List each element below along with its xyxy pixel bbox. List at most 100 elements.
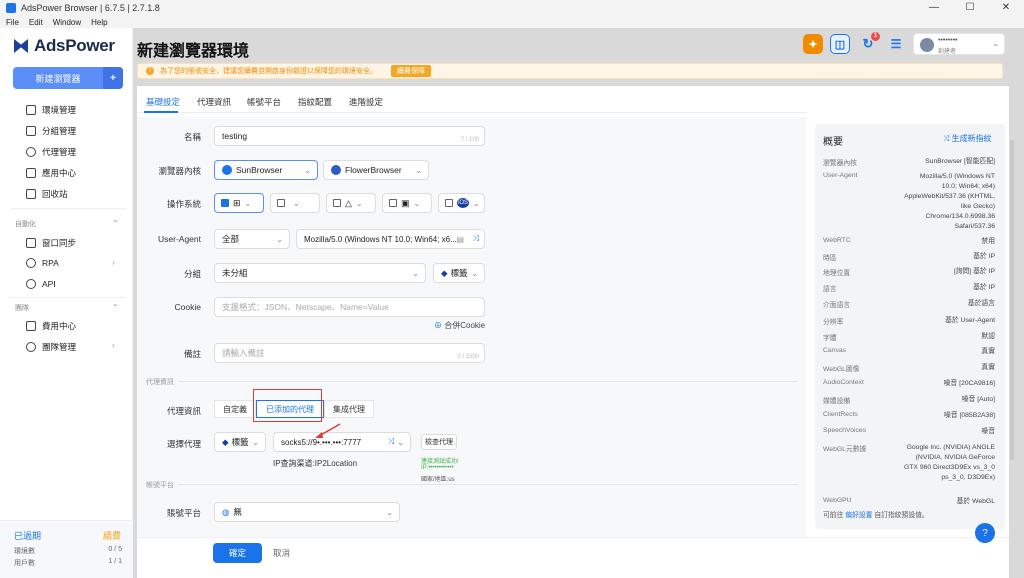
check-proxy-button[interactable]: 檢查代理 bbox=[421, 434, 457, 450]
sidebar-item-trash[interactable]: 回收站 bbox=[26, 188, 68, 200]
menu-help[interactable]: Help bbox=[91, 18, 107, 27]
chevron-down-icon: ⌄ bbox=[355, 198, 363, 208]
chevron-up-icon[interactable]: ⌃ bbox=[112, 303, 119, 312]
check-status: 連接測試成功! bbox=[421, 459, 459, 465]
proxy-mode-custom[interactable]: 自定義 bbox=[214, 400, 256, 418]
sidebar-item-team[interactable]: 團隊管理 bbox=[26, 341, 76, 353]
automation-header: 自動化 bbox=[15, 221, 36, 228]
cookie-input[interactable]: 支援格式：JSON、Netscape、Name=Value bbox=[214, 297, 485, 317]
shuffle-icon[interactable]: ⤨ bbox=[388, 437, 394, 447]
platform-select[interactable]: ◍ 無 ⌄ bbox=[214, 502, 400, 522]
page-title: 新建瀏覽器環境 bbox=[137, 43, 250, 60]
sidebar-item-rpa[interactable]: RPA bbox=[26, 258, 59, 268]
os-label: 操作系統 bbox=[166, 199, 201, 209]
tab-advanced[interactable]: 進階設定 bbox=[349, 96, 383, 108]
env-count-row: 環境數 0 / 5 bbox=[14, 546, 122, 555]
renew-button[interactable]: 續費保障 bbox=[391, 65, 431, 77]
sidebar-item-groups[interactable]: 分組管理 bbox=[26, 125, 76, 137]
checkbox[interactable] bbox=[277, 199, 285, 207]
summary-value: Mozilla/5.0 (Windows NT 10.0; Win64; x64… bbox=[904, 173, 995, 230]
help-chat-icon[interactable]: ? bbox=[975, 523, 995, 543]
tab-platform[interactable]: 帳號平台 bbox=[247, 96, 281, 108]
summary-value: 真實 bbox=[981, 364, 995, 371]
menu-edit[interactable]: Edit bbox=[29, 18, 43, 27]
sidebar-item-api[interactable]: API bbox=[26, 279, 56, 289]
sidebar-item-profiles[interactable]: 環境管理 bbox=[26, 104, 76, 116]
ua-filter-select[interactable]: 全部 ⌄ bbox=[214, 229, 290, 249]
refresh-icon[interactable]: ↻ 1 bbox=[858, 32, 880, 54]
new-browser-button[interactable]: 新建瀏覽器 + bbox=[13, 67, 123, 89]
name-label: 名稱 bbox=[183, 132, 201, 142]
tab-basic[interactable]: 基礎設定 bbox=[146, 96, 180, 108]
list-icon[interactable]: ☰ bbox=[886, 34, 906, 54]
tag-select[interactable]: ◆ 標籤 ⌄ bbox=[433, 263, 485, 283]
merge-cookie-link[interactable]: ⊕ 合併Cookie bbox=[434, 320, 485, 331]
note-input[interactable]: 請輸入備註 0 / 1500 bbox=[214, 343, 485, 363]
sunbrowser-icon bbox=[222, 165, 232, 175]
trash-icon bbox=[26, 189, 36, 199]
checkbox[interactable] bbox=[445, 199, 453, 207]
notification-badge: 1 bbox=[871, 32, 880, 41]
name-input[interactable]: testing 7 / 100 bbox=[214, 126, 485, 146]
checkbox[interactable] bbox=[389, 199, 397, 207]
kernel-label: 瀏覽器內核 bbox=[158, 166, 201, 176]
tab-fingerprint[interactable]: 指紋配置 bbox=[298, 96, 332, 108]
sidebar-item-billing[interactable]: 費用中心 bbox=[26, 320, 76, 332]
os-ios[interactable]: iOS ⌄ bbox=[438, 193, 485, 213]
generate-fingerprint-button[interactable]: ⤨ 生成新指紋 bbox=[943, 133, 992, 144]
shuffle-icon[interactable]: ⤨ bbox=[473, 234, 479, 244]
close-window-button[interactable]: ✕ bbox=[988, 0, 1024, 16]
scrollbar[interactable] bbox=[1010, 140, 1014, 460]
renew-link[interactable]: 續費 bbox=[103, 529, 121, 542]
tab-proxy[interactable]: 代理資訊 bbox=[197, 96, 231, 108]
sidebar-item-apps[interactable]: 應用中心 bbox=[26, 167, 76, 179]
billing-icon bbox=[26, 321, 36, 331]
summary-value: 噪音 [085B2A38] bbox=[943, 412, 995, 419]
chevron-right-icon[interactable]: › bbox=[112, 258, 115, 267]
ok-button[interactable]: 確定 bbox=[213, 543, 262, 563]
os-windows[interactable]: ⊞ ⌄ bbox=[214, 193, 264, 213]
maximize-button[interactable]: ☐ bbox=[952, 0, 988, 16]
annotation-arrow bbox=[315, 423, 341, 438]
menu-window[interactable]: Window bbox=[53, 18, 81, 27]
summary-value: Google Inc. (NVIDIA) ANGLE (NVIDIA, NVID… bbox=[903, 444, 995, 481]
support-icon[interactable]: ◫ bbox=[830, 34, 850, 54]
kernel-sunbrowser[interactable]: SunBrowser ⌄ bbox=[214, 160, 318, 180]
note-counter: 0 / 1500 bbox=[457, 354, 479, 360]
chevron-up-icon[interactable]: ⌃ bbox=[112, 219, 119, 228]
kernel-flowerbrowser[interactable]: FlowerBrowser ⌄ bbox=[323, 160, 429, 180]
checkbox[interactable] bbox=[333, 199, 341, 207]
summary-key: WebGL圖像 bbox=[823, 366, 860, 373]
minimize-button[interactable]: — bbox=[916, 0, 952, 16]
chevron-right-icon[interactable]: › bbox=[112, 341, 115, 350]
ios-icon: iOS bbox=[457, 198, 470, 208]
menu-file[interactable]: File bbox=[6, 18, 19, 27]
user-menu[interactable]: •••••••• 創建者 ⌄ bbox=[913, 33, 1005, 55]
tag-icon: ◆ bbox=[441, 267, 448, 278]
cancel-button[interactable]: 取消 bbox=[273, 547, 290, 559]
summary-key: 分辨率 bbox=[823, 319, 844, 326]
check-ip: IP:•••••••••••• bbox=[421, 465, 454, 471]
checkbox[interactable] bbox=[221, 199, 229, 207]
security-notice: ! 為了您的賬號安全，建議您續費並開啟身份驗證以保障您的環境安全。 續費保障 bbox=[137, 63, 1003, 79]
proxy-tag-select[interactable]: ◆ 標籤 ⌄ bbox=[214, 432, 266, 452]
tag-icon: ◆ bbox=[222, 436, 229, 447]
sidebar-item-sync[interactable]: 窗口同步 bbox=[26, 237, 76, 249]
edit-icon[interactable]: ▤ bbox=[456, 235, 464, 244]
os-android[interactable]: ▣ ⌄ bbox=[382, 193, 432, 213]
promo-icon[interactable]: ✦ bbox=[803, 34, 823, 54]
highlight-box bbox=[253, 389, 322, 422]
preferences-link[interactable]: 偏好設置 bbox=[845, 512, 872, 519]
os-macos[interactable]: ⌄ bbox=[270, 193, 320, 213]
summary-key: ClientRects bbox=[823, 411, 858, 418]
sidebar-item-proxies[interactable]: 代理管理 bbox=[26, 146, 76, 158]
summary-key: 介面語言 bbox=[823, 302, 851, 309]
os-linux[interactable]: △ ⌄ bbox=[326, 193, 376, 213]
proxy-icon bbox=[26, 147, 36, 157]
ua-input[interactable]: Mozilla/5.0 (Windows NT 10.0; Win64; x6.… bbox=[296, 229, 485, 249]
group-select[interactable]: 未分組 ⌄ bbox=[214, 263, 426, 283]
proxy-mode-integrated[interactable]: 集成代理 bbox=[324, 400, 374, 418]
window-title: AdsPower Browser | 6.7.5 | 2.7.1.8 bbox=[21, 3, 160, 13]
chevron-down-icon: ⌄ bbox=[413, 198, 421, 208]
batch-add-icon[interactable]: + bbox=[103, 67, 123, 89]
